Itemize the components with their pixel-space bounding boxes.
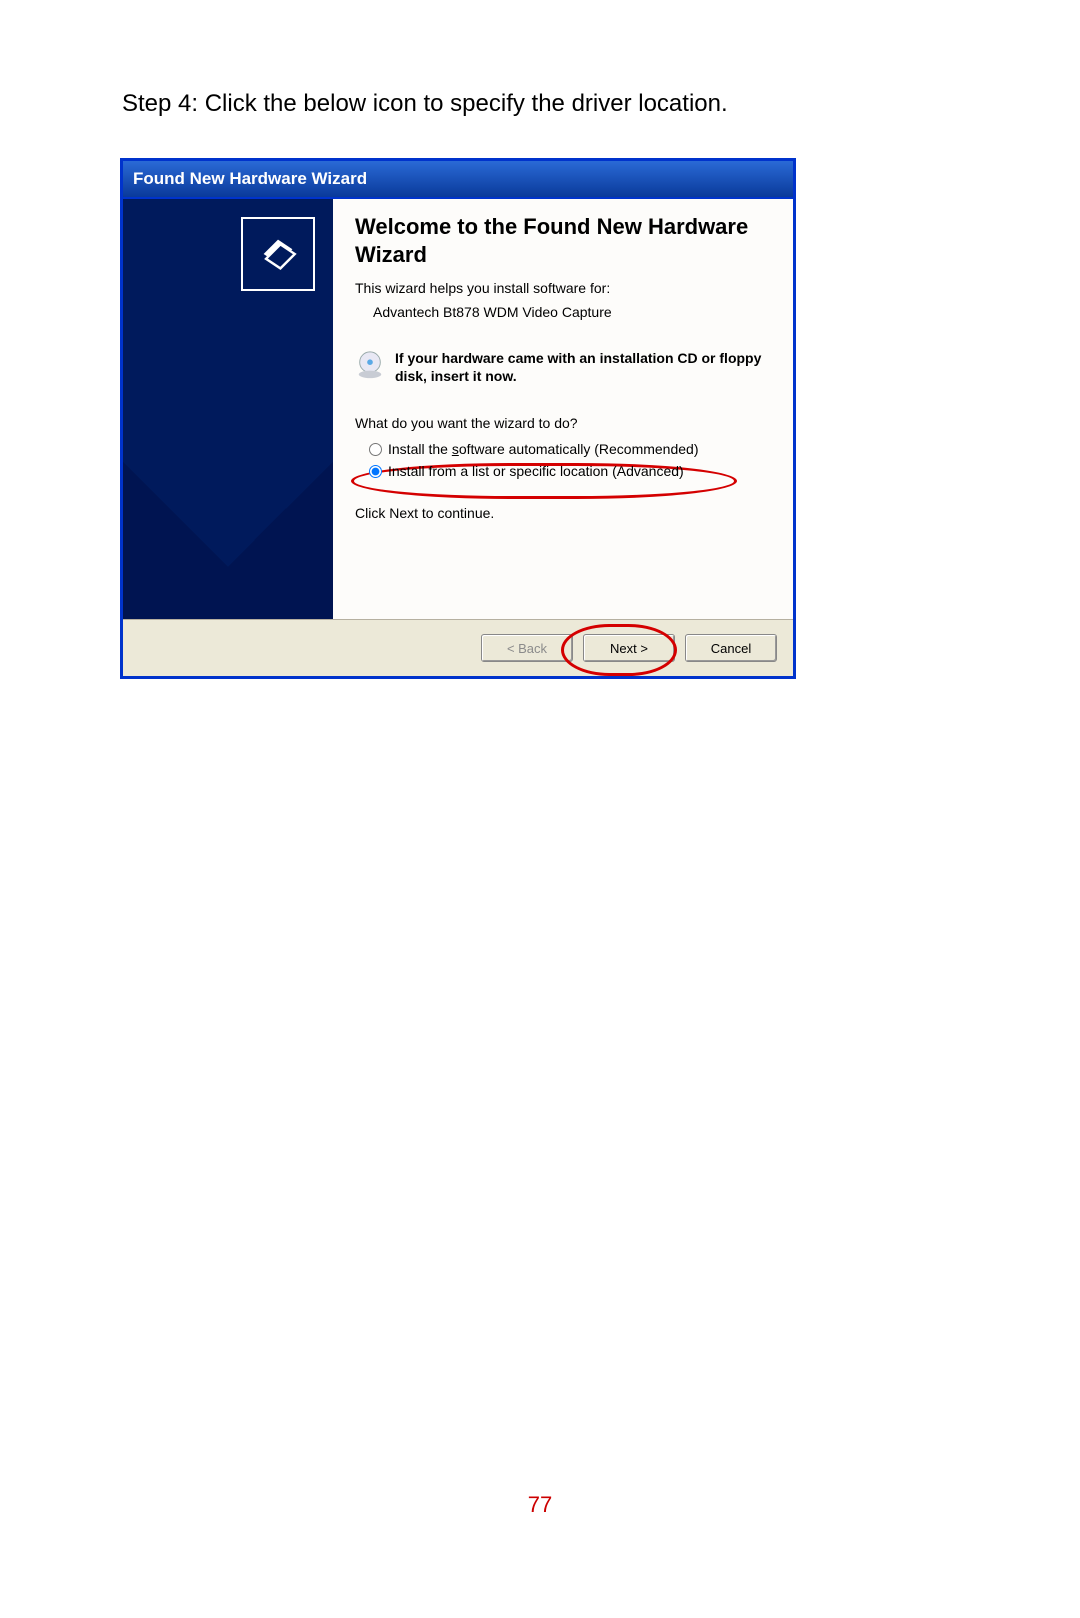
wizard-window: Found New Hardware Wizard Welcome to the… [120, 158, 796, 679]
welcome-heading: Welcome to the Found New Hardware Wizard [355, 213, 773, 268]
options-group: Install the software automatically (Reco… [369, 441, 773, 479]
wizard-body: Welcome to the Found New Hardware Wizard… [123, 199, 793, 619]
page-number: 77 [0, 1492, 1080, 1518]
wizard-content: Welcome to the Found New Hardware Wizard… [333, 199, 793, 619]
intro-text: This wizard helps you install software f… [355, 280, 773, 296]
option-advanced[interactable]: Install from a list or specific location… [369, 463, 773, 479]
side-panel [123, 199, 333, 619]
radio-auto-label: Install the software automatically (Reco… [388, 441, 698, 457]
document-page: Step 4: Click the below icon to specify … [0, 0, 1080, 1618]
radio-auto-label-suffix: oftware automatically (Recommended) [459, 441, 699, 457]
hardware-icon [241, 217, 315, 291]
back-button: < Back [481, 634, 573, 662]
wizard-prompt: What do you want the wizard to do? [355, 415, 773, 431]
titlebar[interactable]: Found New Hardware Wizard [123, 161, 793, 199]
next-button[interactable]: Next > [583, 634, 675, 662]
radio-advanced-label: Install from a list or specific location… [388, 463, 684, 479]
wizard-footer: < Back Next > Cancel [123, 619, 793, 676]
cd-note-row: If your hardware came with an installati… [355, 350, 773, 385]
cancel-button[interactable]: Cancel [685, 634, 777, 662]
radio-auto-label-prefix: Install the [388, 441, 452, 457]
step-instruction: Step 4: Click the below icon to specify … [122, 90, 970, 118]
radio-auto[interactable] [369, 443, 382, 456]
continue-text: Click Next to continue. [355, 505, 773, 521]
radio-auto-label-underline: s [452, 441, 459, 457]
option-auto[interactable]: Install the software automatically (Reco… [369, 441, 773, 457]
device-name: Advantech Bt878 WDM Video Capture [373, 304, 773, 320]
window-title: Found New Hardware Wizard [133, 169, 367, 189]
cd-icon [355, 350, 385, 380]
radio-advanced[interactable] [369, 465, 382, 478]
cd-note-text: If your hardware came with an installati… [395, 350, 773, 385]
